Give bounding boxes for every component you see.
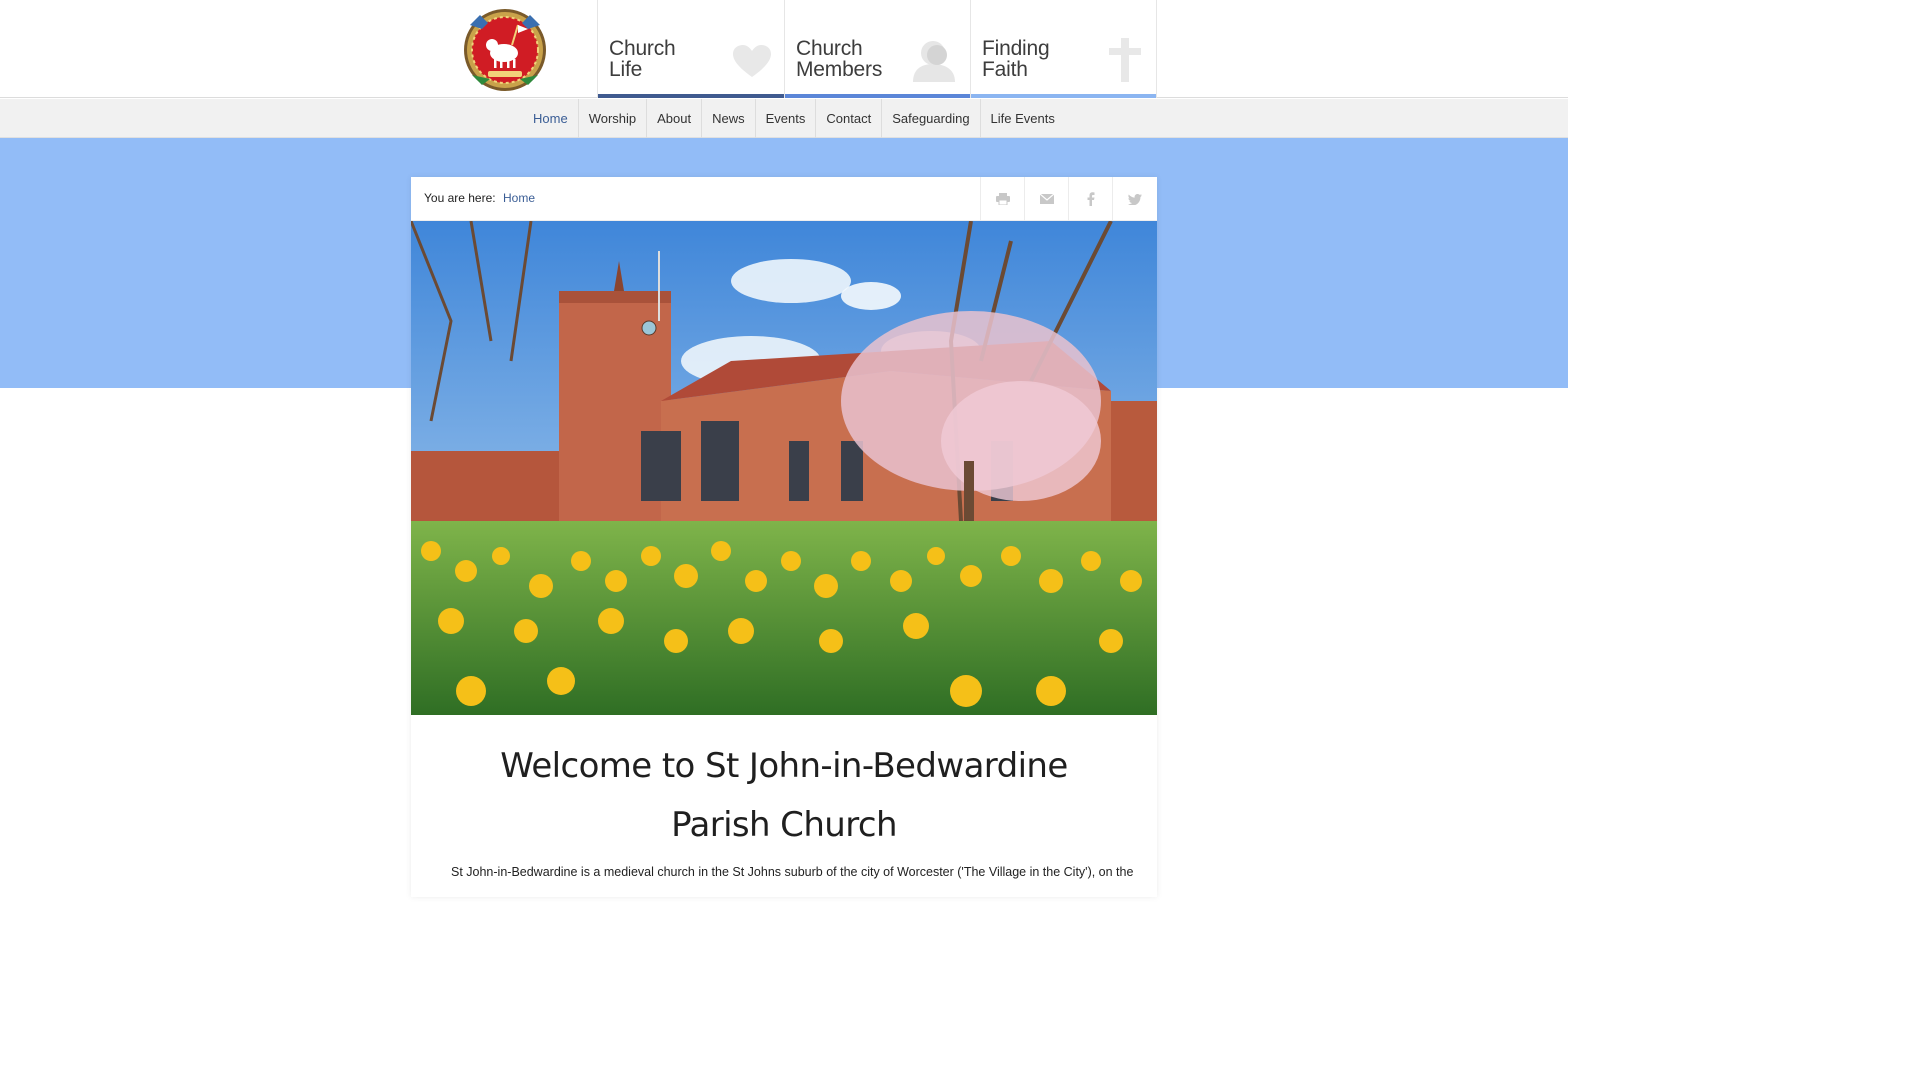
breadcrumb-label: You are here: (424, 191, 496, 205)
email-icon (1039, 194, 1054, 204)
facebook-button[interactable] (1068, 177, 1112, 221)
feature-bar (785, 94, 971, 98)
nav-item-worship[interactable]: Worship (579, 99, 648, 138)
church-photo (411, 221, 1157, 715)
person-icon (913, 41, 955, 82)
site-header: Church Life Church Members Finding Faith (0, 0, 1568, 98)
content-card: You are here: Home Welcome to St John-in… (411, 177, 1157, 897)
nav-item-contact[interactable]: Contact (816, 99, 883, 138)
feature-church-members[interactable]: Church Members (784, 0, 971, 98)
twitter-button[interactable] (1112, 177, 1156, 221)
lamb-crest-icon[interactable] (462, 5, 548, 95)
nav-item-events[interactable]: Events (756, 99, 817, 138)
facebook-icon (1087, 192, 1094, 206)
email-button[interactable] (1024, 177, 1068, 221)
feature-bar (971, 94, 1156, 98)
main-nav: Home Worship About News Events Contact S… (0, 99, 1568, 138)
nav-list: Home Worship About News Events Contact S… (523, 99, 1065, 138)
nav-item-home[interactable]: Home (523, 99, 579, 138)
nav-item-safeguarding[interactable]: Safeguarding (882, 99, 981, 138)
breadcrumb: You are here: Home (411, 177, 1157, 221)
breadcrumb-home-link[interactable]: Home (503, 191, 535, 205)
print-button[interactable] (980, 177, 1024, 221)
feature-title: Finding Faith (982, 37, 1050, 81)
page-title: Welcome to St John-in-Bedwardine Parish … (500, 746, 1068, 845)
nav-item-news[interactable]: News (702, 99, 756, 138)
nav-item-about[interactable]: About (647, 99, 703, 138)
feature-bar (598, 94, 784, 98)
feature-finding-faith[interactable]: Finding Faith (970, 0, 1157, 98)
twitter-icon (1127, 193, 1142, 205)
intro-paragraph: St John-in-Bedwardine is a medieval chur… (451, 865, 1134, 879)
cross-icon (1109, 38, 1141, 82)
feature-title: Church Life (609, 37, 676, 81)
feature-title: Church Members (796, 37, 883, 81)
nav-item-life-events[interactable]: Life Events (981, 99, 1065, 138)
feature-church-life[interactable]: Church Life (597, 0, 784, 98)
heart-icon (733, 45, 771, 77)
print-icon (995, 193, 1010, 205)
